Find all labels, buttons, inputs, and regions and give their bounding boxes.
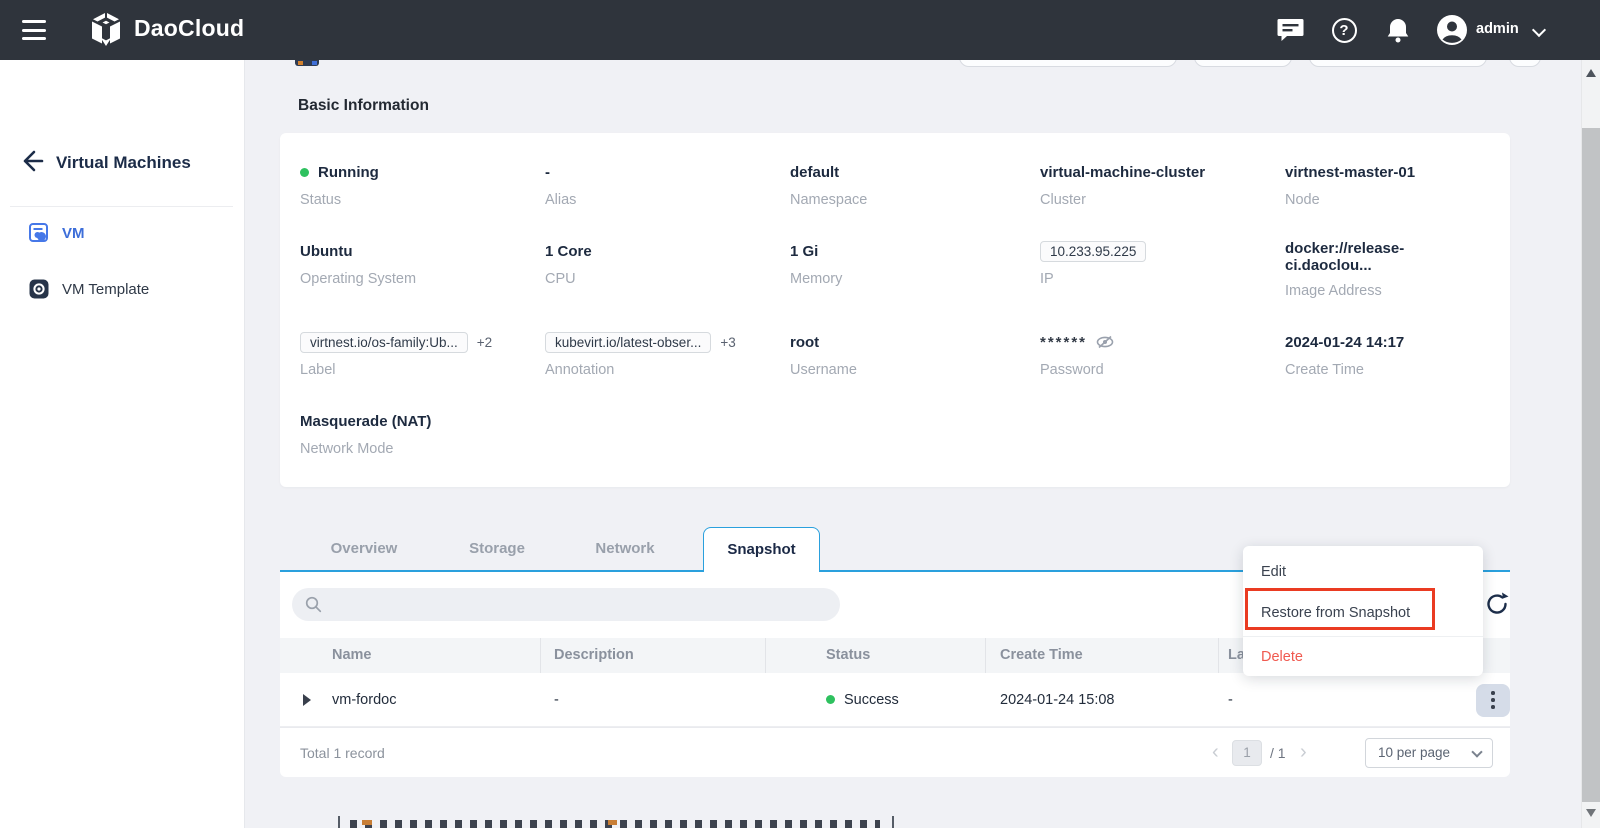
- next-page-icon[interactable]: ›: [1300, 728, 1307, 776]
- help-icon[interactable]: ?: [1326, 0, 1362, 60]
- divider: [985, 638, 986, 673]
- annotation-more-count[interactable]: +3: [720, 335, 735, 350]
- search-input[interactable]: [332, 588, 827, 621]
- daocloud-logo-icon[interactable]: [88, 12, 124, 53]
- cell-create-time: 2024-01-24 15:08: [1000, 673, 1115, 727]
- menu-item-edit[interactable]: Edit: [1243, 554, 1483, 590]
- status-dot: [826, 695, 835, 704]
- vm-template-icon: [28, 278, 50, 300]
- divider: [540, 638, 541, 673]
- label-more-count[interactable]: +2: [477, 335, 492, 350]
- notifications-bell-icon[interactable]: [1380, 0, 1416, 60]
- field-network-mode: Masquerade (NAT) Network Mode: [300, 410, 545, 457]
- tab-overview[interactable]: Overview: [294, 527, 434, 571]
- label-tag[interactable]: virtnest.io/os-family:Ub...: [300, 332, 468, 353]
- page-count-label: / 1: [1270, 728, 1286, 778]
- clipped-content-sliver: [350, 820, 880, 828]
- tab-network[interactable]: Network: [555, 527, 695, 571]
- row-actions-kebab-icon[interactable]: [1476, 684, 1510, 717]
- field-namespace: default Namespace: [790, 161, 1040, 208]
- page-size-select[interactable]: 10 per page: [1365, 738, 1493, 768]
- divider: [1243, 636, 1483, 637]
- brand-name: DaoCloud: [134, 15, 244, 42]
- scroll-up-icon[interactable]: [1586, 69, 1596, 77]
- field-create-time: 2024-01-24 14:17 Create Time: [1285, 331, 1490, 378]
- field-password: ****** Password: [1040, 331, 1285, 378]
- divider: [10, 206, 233, 207]
- cell-description: -: [554, 673, 559, 727]
- expand-caret-icon[interactable]: [303, 694, 311, 706]
- menu-item-restore-from-snapshot[interactable]: Restore from Snapshot: [1243, 592, 1483, 634]
- scroll-down-icon[interactable]: [1586, 809, 1596, 817]
- field-cpu: 1 Core CPU: [545, 240, 790, 299]
- divider: [765, 638, 766, 673]
- table-footer: Total 1 record ‹ 1 / 1 › 10 per page: [280, 727, 1510, 777]
- current-page-input[interactable]: 1: [1232, 740, 1262, 766]
- messages-icon[interactable]: [1272, 0, 1308, 60]
- vm-icon: [28, 222, 50, 244]
- cell-name: vm-fordoc: [332, 673, 396, 727]
- cell-last-restore-time: -: [1228, 673, 1233, 727]
- scrollbar-thumb[interactable]: [1582, 128, 1600, 802]
- ip-tag: 10.233.95.225: [1040, 241, 1146, 262]
- field-image-address: docker://release-ci.daoclou... Image Add…: [1285, 240, 1490, 299]
- sidebar-title: Virtual Machines: [56, 153, 191, 173]
- field-username: root Username: [790, 331, 1040, 378]
- status-dot: [300, 168, 309, 177]
- column-header-create-time[interactable]: Create Time: [1000, 638, 1083, 673]
- sidebar-item-vm[interactable]: VM: [0, 213, 245, 253]
- column-header-description[interactable]: Description: [554, 638, 634, 673]
- back-arrow-icon[interactable]: [18, 148, 46, 176]
- section-heading: Basic Information: [298, 97, 429, 115]
- username-label[interactable]: admin: [1476, 21, 1519, 37]
- refresh-icon[interactable]: [1484, 591, 1510, 617]
- field-alias: - Alias: [545, 161, 790, 208]
- field-label: virtnest.io/os-family:Ub...+2 Label: [300, 331, 545, 378]
- field-memory: 1 Gi Memory: [790, 240, 1040, 299]
- field-cluster: virtual-machine-cluster Cluster: [1040, 161, 1285, 208]
- user-menu-chevron-icon[interactable]: [1532, 23, 1546, 37]
- sidebar-item-vm-template[interactable]: VM Template: [0, 269, 245, 309]
- column-header-status[interactable]: Status: [826, 638, 870, 673]
- screen: DaoCloud ? admin: [0, 0, 1600, 828]
- field-annotation: kubevirt.io/latest-obser...+3 Annotation: [545, 331, 790, 378]
- divider: [1218, 638, 1219, 673]
- sidebar-item-label: VM Template: [62, 281, 149, 298]
- field-node: virtnest-master-01 Node: [1285, 161, 1490, 208]
- field-os: Ubuntu Operating System: [300, 240, 545, 299]
- field-ip: 10.233.95.225 IP: [1040, 240, 1285, 299]
- annotation-tag[interactable]: kubevirt.io/latest-obser...: [545, 332, 711, 353]
- row-actions-menu: Edit Restore from Snapshot Delete: [1243, 546, 1483, 676]
- column-header-name[interactable]: Name: [332, 638, 372, 673]
- field-status: Running Status: [300, 161, 545, 208]
- prev-page-icon[interactable]: ‹: [1212, 728, 1219, 776]
- table-row[interactable]: vm-fordoc - Success 2024-01-24 15:08 -: [280, 673, 1510, 727]
- search-icon: [305, 596, 322, 613]
- menu-item-delete[interactable]: Delete: [1243, 642, 1483, 672]
- chevron-down-icon: [1471, 746, 1482, 757]
- top-navbar: DaoCloud ? admin: [0, 0, 1600, 60]
- tab-storage[interactable]: Storage: [427, 527, 567, 571]
- sidebar: Virtual Machines VM VM Te: [0, 60, 245, 828]
- basic-info-card: Running Status - Alias default Namespace…: [280, 133, 1510, 487]
- sidebar-item-label: VM: [62, 225, 85, 242]
- tab-snapshot[interactable]: Snapshot: [703, 527, 820, 572]
- eye-off-icon[interactable]: [1096, 334, 1114, 350]
- search-bar[interactable]: [292, 588, 840, 621]
- cell-status: Success: [826, 673, 899, 727]
- hamburger-menu-icon[interactable]: [22, 20, 46, 40]
- total-records-label: Total 1 record: [300, 728, 385, 778]
- user-avatar[interactable]: [1432, 0, 1472, 60]
- vertical-scrollbar[interactable]: [1581, 60, 1600, 828]
